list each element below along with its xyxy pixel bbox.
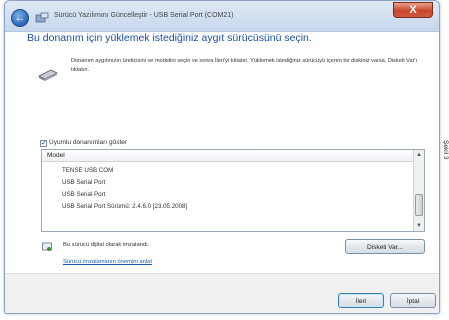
compatible-hardware-label: Uyumlu donanımları göster bbox=[49, 139, 128, 146]
model-column-header: Model bbox=[42, 150, 414, 162]
list-item[interactable]: USB Serial Port Sürümü: 2.4.6.0 [23.05.2… bbox=[62, 203, 187, 210]
list-item[interactable]: USB Serial Port bbox=[62, 191, 105, 198]
title-bar: X ← Sürücü Yazılımını Güncelleştir - USB… bbox=[5, 1, 439, 32]
signed-driver-text: Bu sürücü dijital olarak imzalandı. bbox=[63, 242, 150, 248]
scroll-down-icon[interactable]: ▼ bbox=[415, 222, 423, 230]
model-list-scrollbar[interactable]: ▲ ▼ bbox=[413, 150, 424, 231]
list-item[interactable]: USB Serial Port bbox=[62, 179, 105, 186]
page-title: Bu donanım için yüklemek istediğiniz ayg… bbox=[27, 32, 312, 44]
compatible-hardware-checkbox[interactable]: ✓ bbox=[40, 140, 47, 147]
back-arrow-icon[interactable]: ← bbox=[11, 9, 29, 27]
close-button[interactable]: X bbox=[393, 2, 433, 18]
instructions-text: Donanım aygıtınızın üreticisini ve model… bbox=[71, 58, 418, 73]
have-disk-button[interactable]: Disketi Var... bbox=[345, 239, 425, 254]
scroll-up-icon[interactable]: ▲ bbox=[415, 151, 423, 159]
driver-signing-link[interactable]: Sürücü imzalamanın önemini anlat bbox=[63, 259, 152, 265]
cancel-button[interactable]: İptal bbox=[390, 293, 436, 308]
model-list[interactable]: Model TENSE USB COM USB Serial Port USB … bbox=[41, 149, 425, 232]
hardware-wizard-icon bbox=[35, 12, 49, 23]
driver-update-window: X ← Sürücü Yazılımını Güncelleştir - USB… bbox=[4, 0, 440, 314]
next-button[interactable]: İleri bbox=[338, 293, 384, 308]
driver-device-icon bbox=[38, 69, 58, 81]
window-title: Sürücü Yazılımını Güncelleştir - USB Ser… bbox=[54, 12, 234, 19]
scroll-thumb[interactable] bbox=[415, 194, 423, 216]
signed-driver-icon bbox=[42, 242, 52, 251]
figure-caption: Şekil 3 bbox=[442, 140, 449, 160]
list-item[interactable]: TENSE USB COM bbox=[62, 167, 113, 174]
